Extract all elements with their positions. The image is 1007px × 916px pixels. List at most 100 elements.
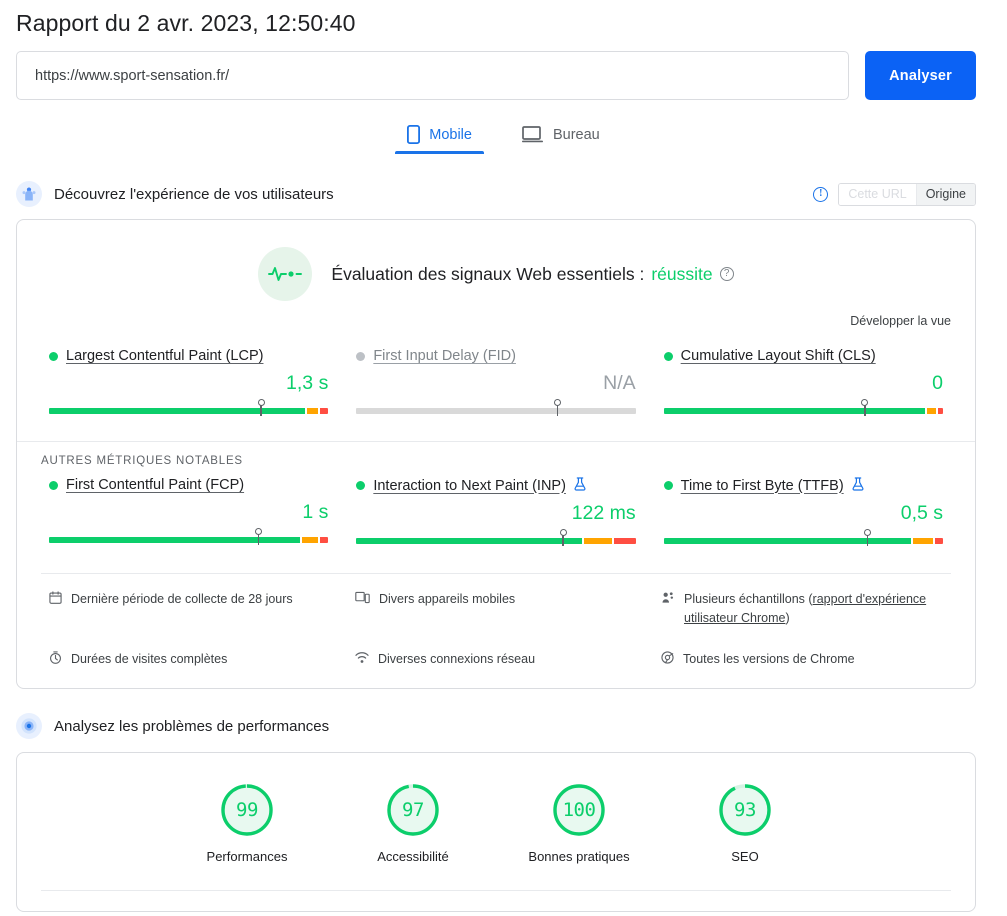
score-gauges: 99 Performances 97 Accessibilité 100 Bonnes p… [17,753,975,864]
status-dot [49,351,58,361]
status-dot [356,351,366,361]
metric-distribution-bar [49,399,329,416]
score-gauge-bonnes-pratiques[interactable]: 100 Bonnes pratiques [524,782,634,864]
footnote-visit-durations: Durées de visites complètes [49,650,339,670]
score-gauge-accessibilité[interactable]: 97 Accessibilité [358,782,468,864]
bar-segment-poor [613,538,636,544]
gauge-ring: 99 [219,782,275,838]
core-web-vitals-card: Évaluation des signaux Web essentiels : r… [16,219,976,690]
bar-segment-avg [927,408,936,414]
metric-distribution-bar [49,528,329,545]
gauge-value: 100 [562,799,596,822]
metric-marker [864,529,872,536]
metric-label[interactable]: Time to First Byte (TTFB) [681,478,844,494]
metric-value: 1 s [302,501,329,523]
footnote-text: Durées de visites complètes [71,651,228,666]
bar-segment-good [49,408,306,414]
metric-name-row: First Input Delay (FID) [356,348,635,364]
gauge-label: Accessibilité [377,849,449,865]
bar-segment-poor [937,408,943,414]
metric-name-row: First Contentful Paint (FCP) [49,477,328,493]
pagespeed-report-page: Rapport du 2 avr. 2023, 12:50:40 Analyse… [0,0,1007,916]
bar-segment-avg [301,537,319,543]
metric-label[interactable]: Cumulative Layout Shift (CLS) [681,348,876,364]
footnote-text: Plusieurs échantillons ( [684,592,813,606]
help-icon[interactable]: ? [719,267,734,281]
diagnostics-icon [16,713,42,740]
bar-segment-avg [913,538,933,544]
metric-value: N/A [603,372,636,394]
field-section-title: Découvrez l'expérience de vos utilisateu… [54,185,334,203]
footnote-network: Diverses connexions réseau [355,650,645,670]
metric-value: 122 ms [571,502,636,524]
bar-segments [663,538,943,544]
metric-name-row: Largest Contentful Paint (LCP) [49,348,328,364]
url-input[interactable] [16,51,850,100]
metric-distribution-bar [663,529,943,546]
status-dot [49,480,58,490]
cwv-assessment-result: réussite [651,263,713,284]
gauge-label: SEO [731,849,759,865]
metric-name-row: Interaction to Next Paint (INP) [356,477,635,494]
metric-ttfb: Time to First Byte (TTFB) 0,5 s [663,477,943,549]
cwv-assessment-title: Évaluation des signaux Web essentiels : r… [331,263,734,285]
timer-icon [49,650,62,670]
score-gauge-seo[interactable]: 93 SEO [690,782,800,864]
metric-label[interactable]: First Input Delay (FID) [373,348,516,364]
bar-segment-good [49,537,300,543]
gauge-ring: 93 [717,782,773,838]
analyse-button[interactable]: Analyser [865,51,976,100]
metric-label[interactable]: Largest Contentful Paint (LCP) [66,348,263,364]
status-dot [356,481,366,490]
scope-toggle: Cette URL Origine [838,182,976,206]
chrome-icon [661,650,674,670]
metric-marker [559,529,567,536]
marker-stem [257,534,260,545]
network-icon [355,650,369,670]
bar-segments [49,537,329,543]
metric-fid: First Input Delay (FID) N/A [356,348,636,419]
gauge-value: 93 [734,799,756,822]
metric-marker [861,399,869,406]
metric-value: 0,5 s [900,502,943,524]
tab-mobile-label: Mobile [429,126,472,143]
desktop-icon [521,126,544,143]
experimental-flask-icon [574,477,586,494]
metric-lcp: Largest Contentful Paint (LCP) 1,3 s [49,348,329,419]
info-icon[interactable]: ! [813,186,829,202]
other-metrics-grid: First Contentful Paint (FCP) 1 s Interacti… [17,467,975,549]
metric-name-row: Cumulative Layout Shift (CLS) [663,348,943,364]
bar-segment-avg [307,408,319,414]
metric-fcp: First Contentful Paint (FCP) 1 s [49,477,329,549]
footnote-chrome-versions: Toutes les versions de Chrome [661,650,951,670]
gauge-label: Performances [206,849,288,865]
experimental-flask-icon [852,477,864,494]
tab-mobile[interactable]: Mobile [395,119,484,154]
tab-desktop-label: Bureau [552,126,600,143]
marker-stem [260,405,263,416]
users-icon [16,181,42,207]
bar-segment-good [663,538,912,544]
metric-label[interactable]: First Contentful Paint (FCP) [66,477,244,493]
marker-stem [556,405,559,416]
bar-segment-na [356,408,636,414]
status-dot [663,481,673,490]
scores-divider [41,890,951,892]
metric-inp: Interaction to Next Paint (INP) 122 ms [356,477,636,549]
metric-label[interactable]: Interaction to Next Paint (INP) [373,478,566,494]
expand-view-link[interactable]: Développer la vue [850,314,951,328]
footnote-devices: Divers appareils mobiles [355,590,645,629]
gauge-label: Bonnes pratiques [528,849,630,865]
metric-marker [254,528,262,535]
marker-stem [863,405,866,416]
toggle-origin[interactable]: Origine [916,183,975,205]
metric-marker [553,399,561,406]
score-gauge-performances[interactable]: 99 Performances [192,782,302,864]
samples-icon [661,590,675,610]
pulse-icon [258,247,313,301]
metric-name-row: Time to First Byte (TTFB) [663,477,943,494]
marker-stem [562,535,564,546]
tab-desktop[interactable]: Bureau [518,119,604,154]
bar-segments [663,408,943,414]
footnote-collection-period: Dernière période de collecte de 28 jours [49,590,339,629]
